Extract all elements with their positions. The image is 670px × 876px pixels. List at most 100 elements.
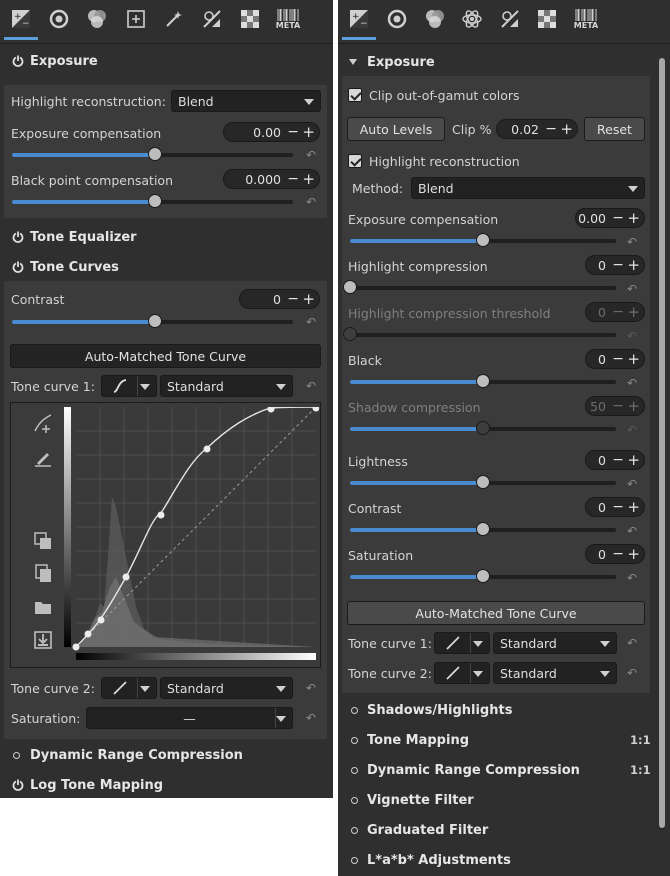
slider-spinner[interactable]: 0− +	[585, 544, 645, 564]
scrollbar-thumb[interactable]	[659, 58, 665, 828]
adjustment-slider[interactable]	[350, 233, 616, 247]
reset-icon[interactable]: ↶	[627, 572, 639, 584]
reset-icon[interactable]: ↶	[627, 637, 639, 649]
plus-icon[interactable]: +	[627, 350, 640, 368]
curve-type-2-select[interactable]	[101, 677, 157, 699]
plus-icon[interactable]: +	[627, 303, 640, 321]
tone-curve-2-mode-select[interactable]: Standard	[493, 662, 617, 684]
metadata-tab-icon[interactable]: META	[273, 6, 303, 32]
highlight-reconstruction-select[interactable]: Blend	[171, 90, 321, 112]
adjustment-slider[interactable]	[343, 327, 616, 341]
slider-handle[interactable]	[476, 569, 490, 583]
log-tone-mapping-header[interactable]: Log Tone Mapping	[0, 772, 333, 798]
slider-spinner[interactable]: 0− +	[585, 255, 645, 275]
raw-tab-icon[interactable]	[237, 6, 263, 32]
saturation-select[interactable]: —	[86, 707, 293, 729]
power-icon[interactable]	[12, 779, 24, 791]
scrollbar[interactable]	[659, 58, 665, 830]
disabled-circle-icon[interactable]	[351, 797, 358, 804]
slider-spinner[interactable]: 0− +	[585, 450, 645, 470]
reset-icon[interactable]: ↶	[306, 682, 318, 694]
minus-icon[interactable]: −	[612, 398, 624, 414]
collapsed-section-header[interactable]: L*a*b* Adjustments	[338, 847, 670, 873]
collapsed-section-header[interactable]: Dynamic Range Compression 1:1	[338, 757, 670, 783]
exposure-tab-icon[interactable]: + −	[8, 6, 34, 32]
minus-icon[interactable]: −	[287, 124, 299, 140]
plus-icon[interactable]: +	[627, 451, 640, 469]
reset-icon[interactable]: ↶	[627, 283, 639, 295]
reset-icon[interactable]: ↶	[627, 377, 639, 389]
adjustment-slider[interactable]	[350, 569, 616, 583]
dynamic-range-header[interactable]: Dynamic Range Compression	[0, 742, 333, 768]
reset-icon[interactable]: ↶	[306, 196, 318, 208]
reset-icon[interactable]: ↶	[627, 330, 639, 342]
tone-curve-1-mode-select[interactable]: Standard	[493, 632, 617, 654]
minus-icon[interactable]: −	[612, 546, 624, 562]
minus-icon[interactable]: −	[612, 452, 624, 468]
adjustment-slider[interactable]	[350, 374, 616, 388]
slider-handle[interactable]	[476, 522, 490, 536]
minus-icon[interactable]: −	[287, 291, 299, 307]
details-tab-icon[interactable]	[384, 6, 410, 32]
disabled-circle-icon[interactable]	[351, 707, 358, 714]
curve-type-1-select[interactable]	[434, 632, 490, 654]
collapsed-section-header[interactable]: Shadows/Highlights	[338, 697, 670, 723]
advanced-tab-icon[interactable]	[459, 6, 485, 32]
disabled-circle-icon[interactable]	[351, 857, 358, 864]
exposure-header[interactable]: Exposure	[0, 48, 333, 74]
adjustment-slider[interactable]	[350, 475, 616, 489]
exposure-tab-icon[interactable]: + −	[346, 6, 372, 32]
method-select[interactable]: Blend	[411, 177, 645, 199]
minus-icon[interactable]: −	[612, 304, 624, 320]
contrast-spinner[interactable]: 0− +	[239, 289, 320, 309]
slider-handle[interactable]	[476, 421, 490, 435]
minus-icon[interactable]: −	[287, 171, 299, 187]
slider-spinner[interactable]: 0− +	[585, 497, 645, 517]
tone-equalizer-header[interactable]: Tone Equalizer	[0, 224, 333, 250]
tone-curves-header[interactable]: Tone Curves	[0, 254, 333, 280]
color-tab-icon[interactable]	[84, 6, 110, 32]
tone-curve-1-mode-select[interactable]: Standard	[160, 375, 293, 397]
plus-icon[interactable]: +	[627, 397, 640, 415]
power-icon[interactable]	[12, 261, 24, 273]
plus-icon[interactable]: +	[627, 545, 640, 563]
transform-tab-icon[interactable]	[123, 6, 149, 32]
reset-icon[interactable]: ↶	[306, 712, 318, 724]
minus-icon[interactable]: −	[545, 121, 557, 137]
reset-icon[interactable]: ↶	[627, 525, 639, 537]
plus-icon[interactable]: +	[627, 256, 640, 274]
reset-icon[interactable]: ↶	[627, 236, 639, 248]
color-tab-icon[interactable]	[422, 6, 448, 32]
highlight-reconstruction-checkbox[interactable]	[348, 154, 362, 168]
plus-icon[interactable]: +	[560, 120, 573, 138]
slider-handle[interactable]	[343, 280, 357, 294]
disabled-circle-icon[interactable]	[351, 827, 358, 834]
copy-icon[interactable]	[33, 563, 53, 583]
black-point-spinner[interactable]: 0.000− +	[223, 169, 320, 189]
minus-icon[interactable]: −	[612, 499, 624, 515]
collapsed-section-header[interactable]: Vignette Filter	[338, 787, 670, 813]
slider-spinner[interactable]: 0− +	[585, 302, 645, 322]
adjustment-slider[interactable]	[350, 522, 616, 536]
slider-handle[interactable]	[476, 233, 490, 247]
lens-tools-tab-icon[interactable]	[199, 6, 225, 32]
adjustment-slider[interactable]	[350, 421, 616, 435]
save-icon[interactable]	[33, 630, 53, 650]
black-point-slider[interactable]	[12, 194, 293, 208]
slider-handle[interactable]	[476, 374, 490, 388]
exposure-compensation-spinner[interactable]: 0.00− +	[223, 122, 320, 142]
slider-handle[interactable]	[476, 475, 490, 489]
minus-icon[interactable]: −	[612, 210, 624, 226]
lens-tools-tab-icon[interactable]	[497, 6, 523, 32]
reset-icon[interactable]: ↶	[306, 380, 318, 392]
adjustment-slider[interactable]	[343, 280, 616, 294]
raw-tab-icon[interactable]	[534, 6, 560, 32]
slider-handle[interactable]	[148, 194, 163, 208]
disabled-circle-icon[interactable]	[13, 752, 20, 759]
exposure-header[interactable]: Exposure	[338, 49, 670, 75]
slider-spinner[interactable]: 50− +	[585, 396, 645, 416]
curve-type-1-select[interactable]	[101, 375, 157, 397]
expand-arrow-icon[interactable]	[349, 59, 357, 65]
auto-matched-tone-curve-button[interactable]: Auto-Matched Tone Curve	[347, 601, 645, 625]
auto-levels-button[interactable]: Auto Levels	[347, 117, 445, 141]
